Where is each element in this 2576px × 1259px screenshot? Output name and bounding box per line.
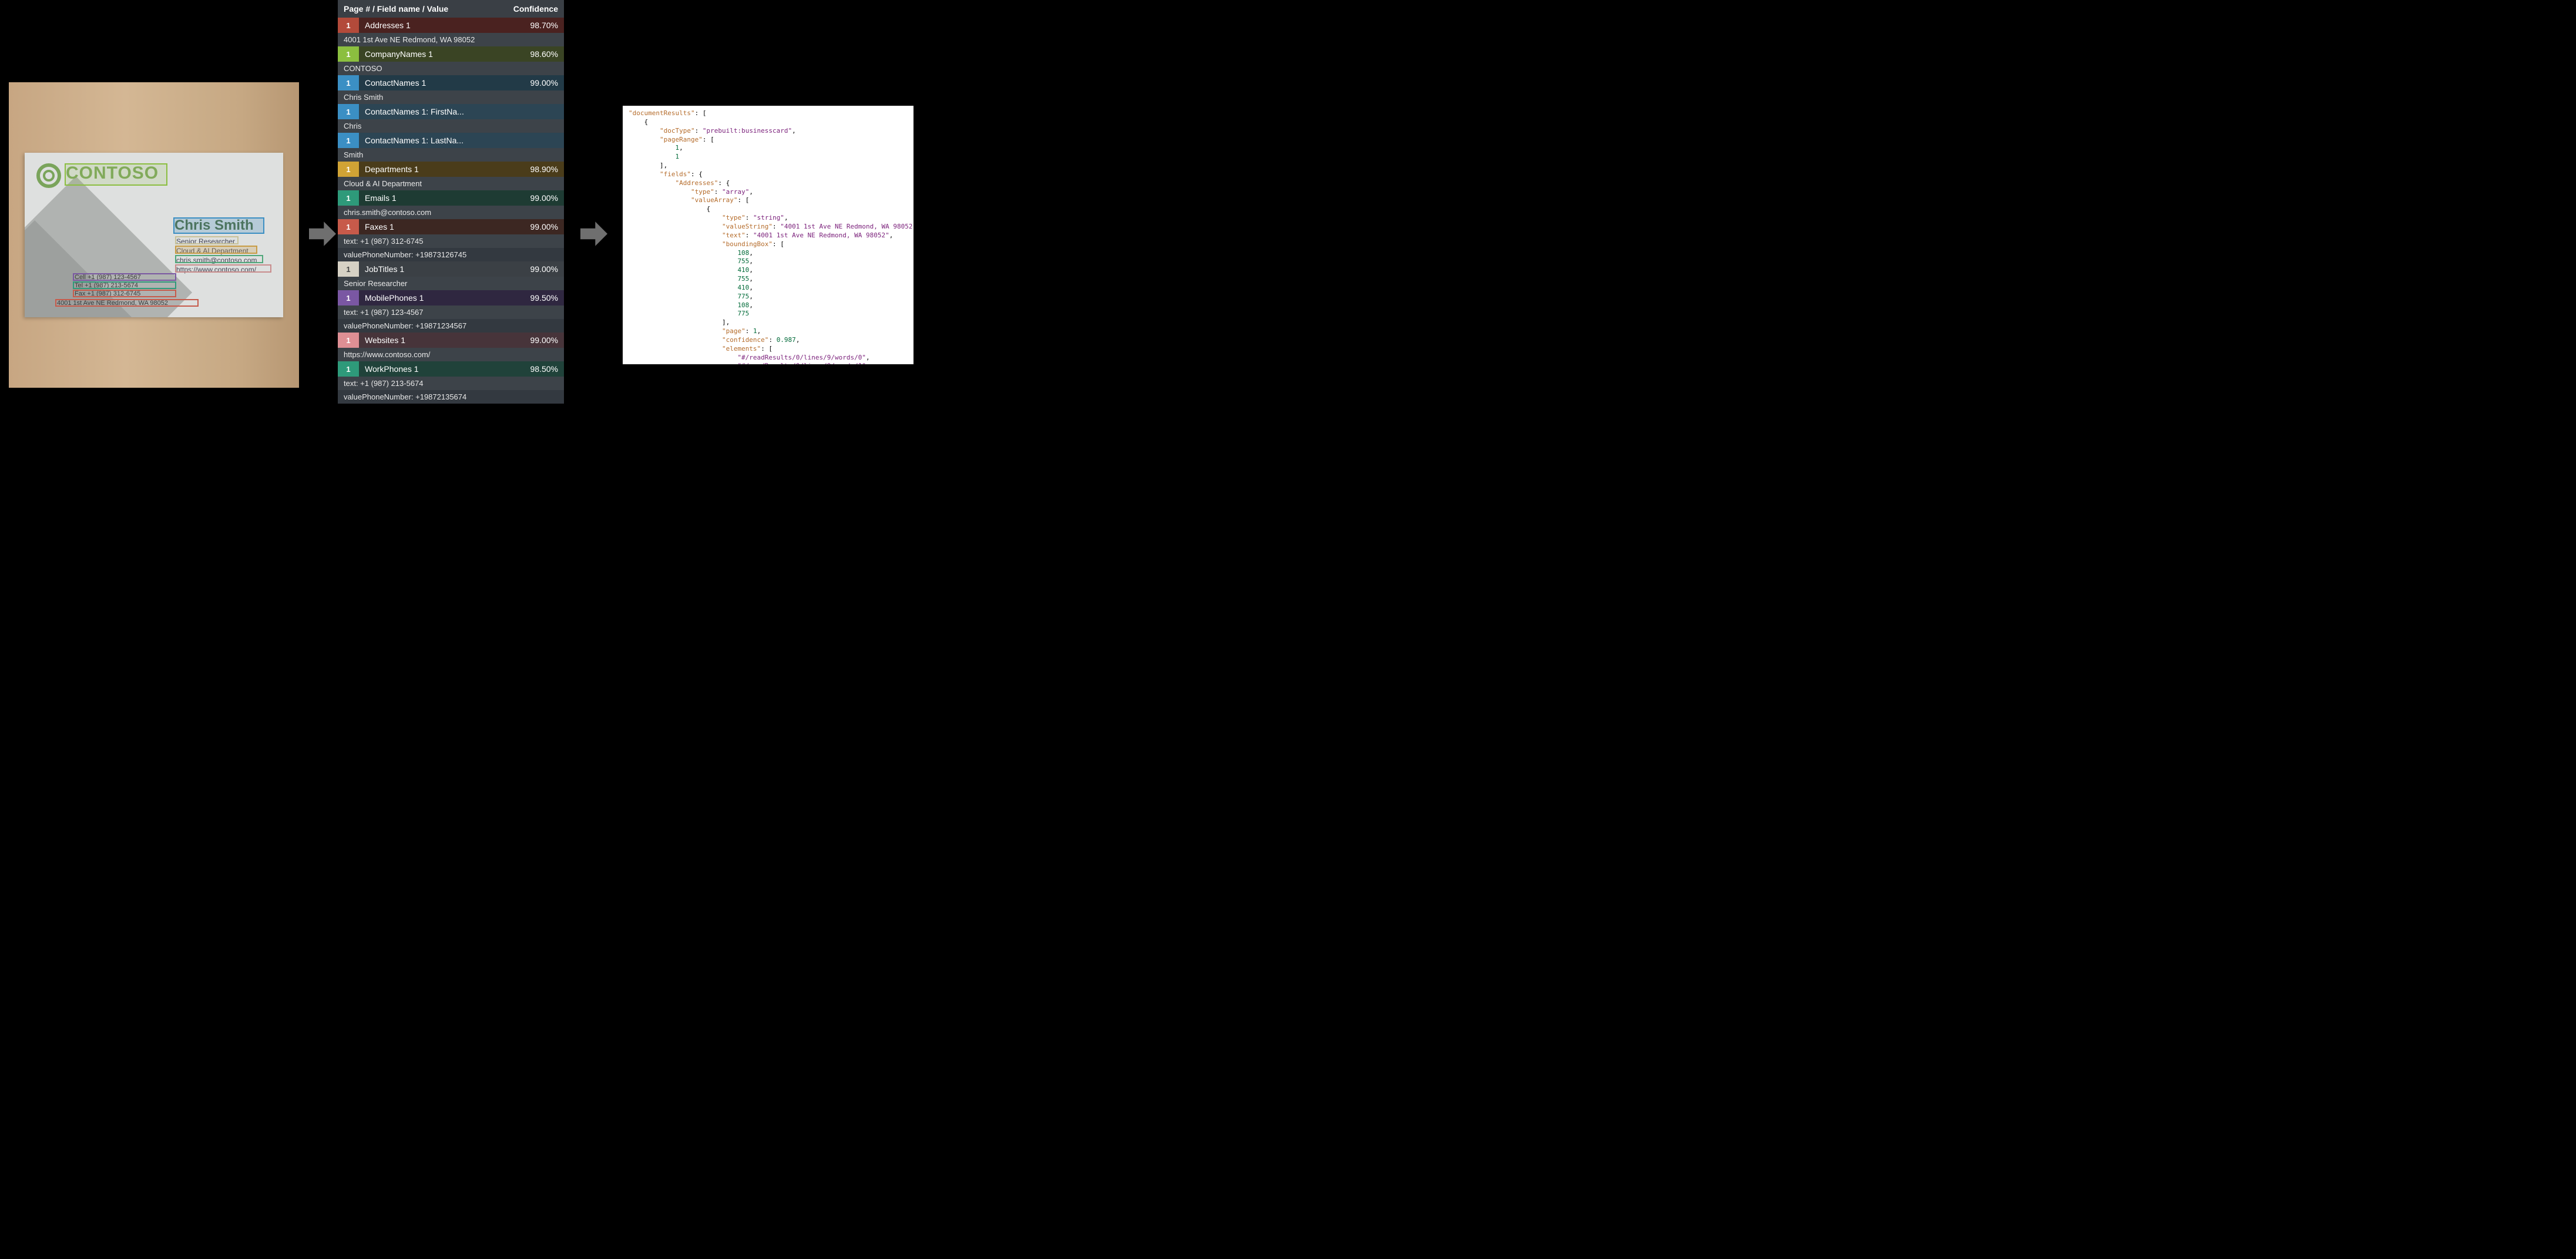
table-header: Page # / Field name / Value Confidence xyxy=(338,0,564,18)
page-number-chip: 1 xyxy=(338,104,359,119)
table-body: 1Addresses 198.70%4001 1st Ave NE Redmon… xyxy=(338,18,564,404)
highlight-workphone xyxy=(73,281,176,289)
highlight-name xyxy=(173,217,264,234)
page-number-chip: 1 xyxy=(338,219,359,234)
field-value: valuePhoneNumber: +19873126745 xyxy=(338,248,564,261)
company-logo-icon xyxy=(36,163,61,188)
page-number-chip: 1 xyxy=(338,333,359,348)
highlight-jobtitle xyxy=(175,236,239,244)
field-name: MobilePhones 1 xyxy=(359,290,523,305)
page-number-chip: 1 xyxy=(338,361,359,377)
table-header-left: Page # / Field name / Value xyxy=(344,4,448,14)
field-row[interactable]: 1JobTitles 199.00% xyxy=(338,261,564,277)
field-confidence: 99.00% xyxy=(523,219,564,234)
field-row[interactable]: 1ContactNames 1: FirstNa... xyxy=(338,104,564,119)
field-row[interactable]: 1CompanyNames 198.60% xyxy=(338,46,564,62)
field-row[interactable]: 1Faxes 199.00% xyxy=(338,219,564,234)
field-name: JobTitles 1 xyxy=(359,261,523,277)
highlight-mobile xyxy=(73,273,176,281)
field-row[interactable]: 1ContactNames 199.00% xyxy=(338,75,564,90)
extraction-results-table: Page # / Field name / Value Confidence 1… xyxy=(338,0,564,404)
photo-background: CONTOSO Chris Smith Senior Researcher Cl… xyxy=(9,82,299,388)
field-value: Senior Researcher xyxy=(338,277,564,290)
highlight-website xyxy=(175,264,271,273)
json-code: "documentResults": [ { "docType": "prebu… xyxy=(629,109,908,364)
field-confidence: 98.50% xyxy=(523,361,564,377)
business-card: CONTOSO Chris Smith Senior Researcher Cl… xyxy=(25,153,283,317)
field-value: chris.smith@contoso.com xyxy=(338,206,564,219)
field-name: Faxes 1 xyxy=(359,219,523,234)
page-number-chip: 1 xyxy=(338,133,359,148)
field-name: Addresses 1 xyxy=(359,18,523,33)
field-row[interactable]: 1Departments 198.90% xyxy=(338,162,564,177)
field-value: CONTOSO xyxy=(338,62,564,75)
field-confidence: 98.70% xyxy=(523,18,564,33)
page-number-chip: 1 xyxy=(338,190,359,206)
field-confidence: 99.00% xyxy=(523,190,564,206)
field-name: WorkPhones 1 xyxy=(359,361,523,377)
page-number-chip: 1 xyxy=(338,18,359,33)
field-name: ContactNames 1: LastNa... xyxy=(359,133,523,148)
field-confidence: 98.90% xyxy=(523,162,564,177)
field-value: text: +1 (987) 213-5674 xyxy=(338,377,564,390)
field-confidence: 99.50% xyxy=(523,290,564,305)
field-name: CompanyNames 1 xyxy=(359,46,523,62)
field-confidence xyxy=(523,104,564,119)
field-value: Chris Smith xyxy=(338,90,564,104)
field-value: valuePhoneNumber: +19871234567 xyxy=(338,319,564,333)
field-name: Emails 1 xyxy=(359,190,523,206)
field-value: text: +1 (987) 312-6745 xyxy=(338,234,564,248)
highlight-department xyxy=(175,246,257,254)
field-row[interactable]: 1ContactNames 1: LastNa... xyxy=(338,133,564,148)
field-value: Cloud & AI Department xyxy=(338,177,564,190)
field-name: Departments 1 xyxy=(359,162,523,177)
table-header-right: Confidence xyxy=(513,4,558,14)
field-value: Chris xyxy=(338,119,564,133)
field-confidence: 98.60% xyxy=(523,46,564,62)
field-value: https://www.contoso.com/ xyxy=(338,348,564,361)
field-confidence xyxy=(523,133,564,148)
page-number-chip: 1 xyxy=(338,261,359,277)
field-row[interactable]: 1Addresses 198.70% xyxy=(338,18,564,33)
highlight-fax xyxy=(73,290,176,297)
field-name: ContactNames 1 xyxy=(359,75,523,90)
arrow-right-icon xyxy=(580,220,607,247)
field-confidence: 99.00% xyxy=(523,333,564,348)
field-row[interactable]: 1WorkPhones 198.50% xyxy=(338,361,564,377)
highlight-email xyxy=(175,255,263,263)
highlight-company xyxy=(65,163,167,186)
field-name: Websites 1 xyxy=(359,333,523,348)
field-value: Smith xyxy=(338,148,564,162)
field-confidence: 99.00% xyxy=(523,261,564,277)
json-output-panel: "documentResults": [ { "docType": "prebu… xyxy=(623,106,913,364)
field-row[interactable]: 1MobilePhones 199.50% xyxy=(338,290,564,305)
business-card-photo: CONTOSO Chris Smith Senior Researcher Cl… xyxy=(9,82,299,388)
field-name: ContactNames 1: FirstNa... xyxy=(359,104,523,119)
page-number-chip: 1 xyxy=(338,75,359,90)
field-value: 4001 1st Ave NE Redmond, WA 98052 xyxy=(338,33,564,46)
field-confidence: 99.00% xyxy=(523,75,564,90)
field-value: text: +1 (987) 123-4567 xyxy=(338,305,564,319)
page-number-chip: 1 xyxy=(338,46,359,62)
highlight-address xyxy=(55,299,199,307)
field-row[interactable]: 1Websites 199.00% xyxy=(338,333,564,348)
field-value: valuePhoneNumber: +19872135674 xyxy=(338,390,564,404)
page-number-chip: 1 xyxy=(338,290,359,305)
field-row[interactable]: 1Emails 199.00% xyxy=(338,190,564,206)
page-number-chip: 1 xyxy=(338,162,359,177)
arrow-right-icon xyxy=(309,220,336,247)
